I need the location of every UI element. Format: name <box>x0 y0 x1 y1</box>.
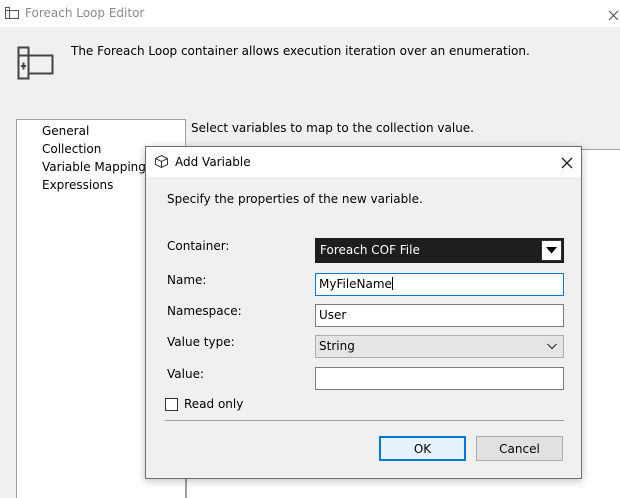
container-select[interactable]: Foreach COF File <box>315 238 564 263</box>
nav-item-expressions[interactable]: Expressions <box>42 178 113 192</box>
dialog-close-button[interactable] <box>556 153 578 173</box>
add-variable-dialog: Add Variable Specify the properties of t… <box>145 146 582 479</box>
nav-item-variable-mappings[interactable]: Variable Mappings <box>42 160 152 174</box>
header-description: The Foreach Loop container allows execut… <box>71 44 530 58</box>
value-type-label: Value type: <box>167 335 235 349</box>
nav-item-general[interactable]: General <box>42 124 89 138</box>
nav-item-collection[interactable]: Collection <box>42 142 101 156</box>
foreach-loop-icon <box>5 7 19 19</box>
name-field[interactable]: MyFileName <box>315 273 564 296</box>
chevron-down-icon <box>547 343 557 350</box>
dialog-separator <box>165 420 564 421</box>
variable-icon <box>155 154 168 169</box>
ok-button[interactable]: OK <box>379 436 466 461</box>
dialog-title: Add Variable <box>175 155 251 169</box>
read-only-label[interactable]: Read only <box>184 397 243 411</box>
value-type-value: String <box>319 339 355 353</box>
foreach-container-icon <box>17 46 54 80</box>
container-dropdown-button[interactable] <box>541 240 562 261</box>
close-icon <box>561 157 573 169</box>
namespace-field[interactable]: User <box>315 304 564 327</box>
value-label: Value: <box>167 367 204 381</box>
dropdown-arrow-icon <box>546 247 557 254</box>
window-title: Foreach Loop Editor <box>25 6 145 20</box>
dialog-description: Specify the properties of the new variab… <box>167 192 423 206</box>
read-only-checkbox[interactable] <box>165 398 178 411</box>
name-label: Name: <box>167 273 207 287</box>
value-field[interactable] <box>315 367 564 390</box>
container-value: Foreach COF File <box>320 243 420 257</box>
namespace-value: User <box>319 308 347 322</box>
cancel-button[interactable]: Cancel <box>476 436 563 461</box>
text-caret <box>391 277 393 290</box>
name-value: MyFileName <box>319 277 392 291</box>
window-close-icon[interactable] <box>604 4 620 20</box>
panel-instruction: Select variables to map to the collectio… <box>191 121 474 135</box>
value-type-select[interactable]: String <box>315 335 564 358</box>
container-label: Container: <box>167 239 230 253</box>
namespace-label: Namespace: <box>167 304 242 318</box>
